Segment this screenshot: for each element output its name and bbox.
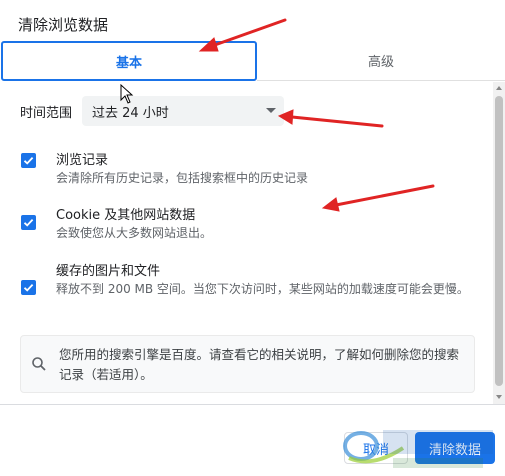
cancel-button[interactable]: 取消 bbox=[344, 432, 408, 464]
cache-checkbox[interactable] bbox=[21, 280, 36, 295]
tab-basic[interactable]: 基本 bbox=[1, 41, 257, 81]
option-title: Cookie 及其他网站数据 bbox=[56, 208, 196, 223]
browsing-history-checkbox[interactable] bbox=[21, 153, 36, 168]
tab-advanced[interactable]: 高级 bbox=[257, 41, 505, 81]
clear-browsing-data-dialog: 清除浏览数据 基本 高级 时间范围 过去 24 小时 浏览记录 会清除所有历史记… bbox=[0, 0, 505, 476]
time-range-value: 过去 24 小时 bbox=[92, 105, 169, 121]
dialog-footer: 取消 清除数据 bbox=[0, 404, 505, 476]
time-range-select[interactable]: 过去 24 小时 bbox=[82, 96, 284, 126]
option-description: 释放不到 200 MB 空间。当您下次访问时，某些网站的加载速度可能会更慢。 bbox=[56, 282, 469, 296]
checkmark-icon bbox=[23, 156, 34, 165]
time-range-label: 时间范围 bbox=[20, 105, 73, 121]
option-description: 会清除所有历史记录，包括搜索框中的历史记录 bbox=[56, 171, 309, 185]
option-title: 浏览记录 bbox=[56, 153, 109, 168]
search-engine-info-box: 您所用的搜索引擎是百度。请查看它的相关说明，了解如何删除您的搜索记录（若适用）。 bbox=[20, 335, 475, 393]
clear-data-button[interactable]: 清除数据 bbox=[415, 432, 495, 464]
dialog-content: 时间范围 过去 24 小时 浏览记录 会清除所有历史记录，包括搜索框中的历史记录… bbox=[0, 82, 505, 404]
chevron-down-icon bbox=[266, 108, 276, 113]
dialog-title: 清除浏览数据 bbox=[18, 16, 109, 34]
mouse-cursor-icon bbox=[120, 84, 134, 104]
checkmark-icon bbox=[23, 283, 34, 292]
scrollbar[interactable] bbox=[493, 82, 505, 404]
scroll-down-arrow-icon[interactable] bbox=[496, 395, 502, 399]
option-title: 缓存的图片和文件 bbox=[56, 264, 161, 279]
cookies-checkbox[interactable] bbox=[21, 215, 36, 230]
scroll-up-arrow-icon[interactable] bbox=[496, 86, 502, 90]
checkmark-icon bbox=[23, 218, 34, 227]
option-description: 会致使您从大多数网站退出。 bbox=[56, 226, 213, 240]
search-icon bbox=[32, 357, 46, 371]
time-range-row: 时间范围 bbox=[20, 96, 80, 126]
info-text: 您所用的搜索引擎是百度。请查看它的相关说明，了解如何删除您的搜索记录（若适用）。 bbox=[59, 347, 460, 382]
tab-bar: 基本 高级 bbox=[0, 41, 505, 81]
scrollbar-thumb[interactable] bbox=[495, 96, 503, 386]
